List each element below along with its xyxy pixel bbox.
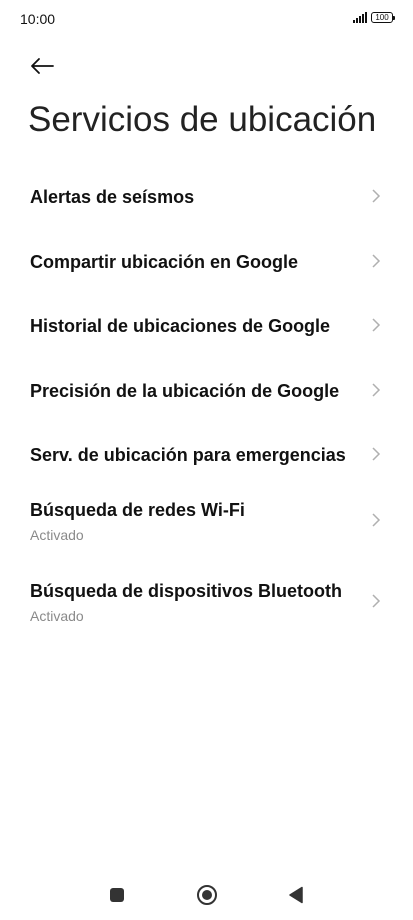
signal-icon [353, 12, 367, 23]
chevron-right-icon [372, 189, 381, 203]
chevron-right-icon [372, 447, 381, 461]
back-arrow-icon [31, 58, 54, 74]
chevron-right-icon [372, 382, 381, 397]
list-item-google-location-sharing[interactable]: Compartir ubicación en Google [0, 229, 413, 294]
item-title: Búsqueda de redes Wi-Fi [30, 499, 245, 520]
item-title: Serv. de ubicación para emergencias [30, 445, 346, 465]
back-button[interactable] [22, 46, 62, 86]
chevron-right-icon [372, 318, 381, 332]
list-item-emergency-location-service[interactable]: Serv. de ubicación para emergencias [0, 422, 413, 487]
settings-list: Alertas de seísmos Compartir ubicación e… [0, 164, 413, 649]
item-title: Búsqueda de dispositivos Bluetooth [30, 580, 343, 601]
list-item-bluetooth-scanning[interactable]: Búsqueda de dispositivos Bluetooth Activ… [0, 568, 413, 649]
back-triangle-icon [289, 886, 303, 904]
status-time: 10:00 [20, 11, 56, 27]
battery-icon: 100 [371, 12, 395, 23]
item-subtitle: Activado [30, 526, 84, 543]
navigation-bar [0, 870, 413, 920]
recents-button[interactable] [106, 884, 128, 906]
item-title: Historial de ubicaciones de Google [30, 316, 331, 336]
home-circle-icon [197, 885, 217, 905]
back-nav-button[interactable] [285, 884, 307, 906]
item-title: Alertas de seísmos [30, 187, 195, 207]
page-title: Servicios de ubicación [28, 100, 377, 139]
home-button[interactable] [196, 884, 218, 906]
status-icons: 100 [353, 12, 395, 23]
chevron-right-icon [372, 512, 381, 527]
list-item-google-location-history[interactable]: Historial de ubicaciones de Google [0, 293, 413, 358]
list-item-google-location-accuracy[interactable]: Precisión de la ubicación de Google [0, 358, 413, 423]
list-item-earthquake-alerts[interactable]: Alertas de seísmos [0, 164, 413, 229]
battery-level: 100 [375, 13, 389, 22]
recents-square-icon [110, 888, 124, 902]
item-title: Precisión de la ubicación de Google [30, 380, 340, 401]
chevron-right-icon [372, 593, 381, 608]
chevron-right-icon [372, 253, 381, 268]
list-item-wifi-scanning[interactable]: Búsqueda de redes Wi-Fi Activado [0, 487, 413, 568]
status-bar: 10:00 100 [0, 0, 413, 40]
item-subtitle: Activado [30, 607, 84, 624]
item-title: Compartir ubicación en Google [30, 251, 299, 272]
